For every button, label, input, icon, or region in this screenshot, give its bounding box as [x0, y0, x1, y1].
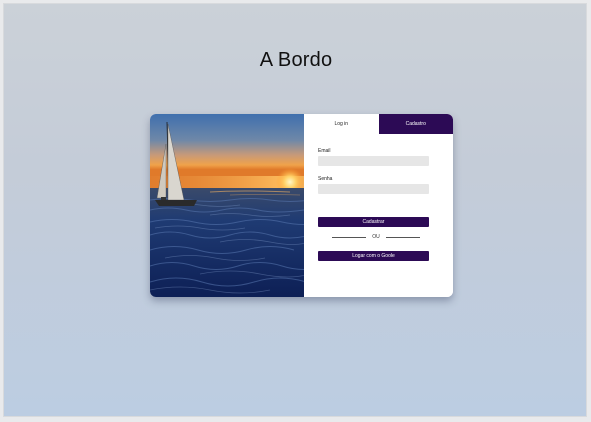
email-field[interactable] — [318, 156, 429, 166]
login-form: Log in Cadastro Email Senha Cadastrar OU… — [304, 114, 453, 297]
submit-button[interactable]: Cadastrar — [318, 217, 429, 227]
login-card: Log in Cadastro Email Senha Cadastrar OU… — [150, 114, 453, 297]
divider-text: OU — [372, 234, 380, 240]
auth-tabs: Log in Cadastro — [304, 114, 453, 134]
tab-login[interactable]: Log in — [304, 114, 379, 134]
password-label: Senha — [318, 176, 333, 182]
divider-line-right — [385, 236, 420, 238]
email-label: Email — [318, 148, 331, 154]
sailboat-sunset-image — [150, 114, 304, 297]
tab-register[interactable]: Cadastro — [378, 114, 453, 134]
page-title: A Bordo — [259, 49, 333, 71]
page-background: A Bordo Log in Cadastro Email Senha Cada… — [3, 3, 587, 417]
password-field[interactable] — [318, 184, 429, 194]
google-login-button[interactable]: Logar com o Goole — [318, 251, 429, 261]
or-divider: OU — [332, 233, 420, 241]
divider-line-left — [332, 236, 367, 238]
